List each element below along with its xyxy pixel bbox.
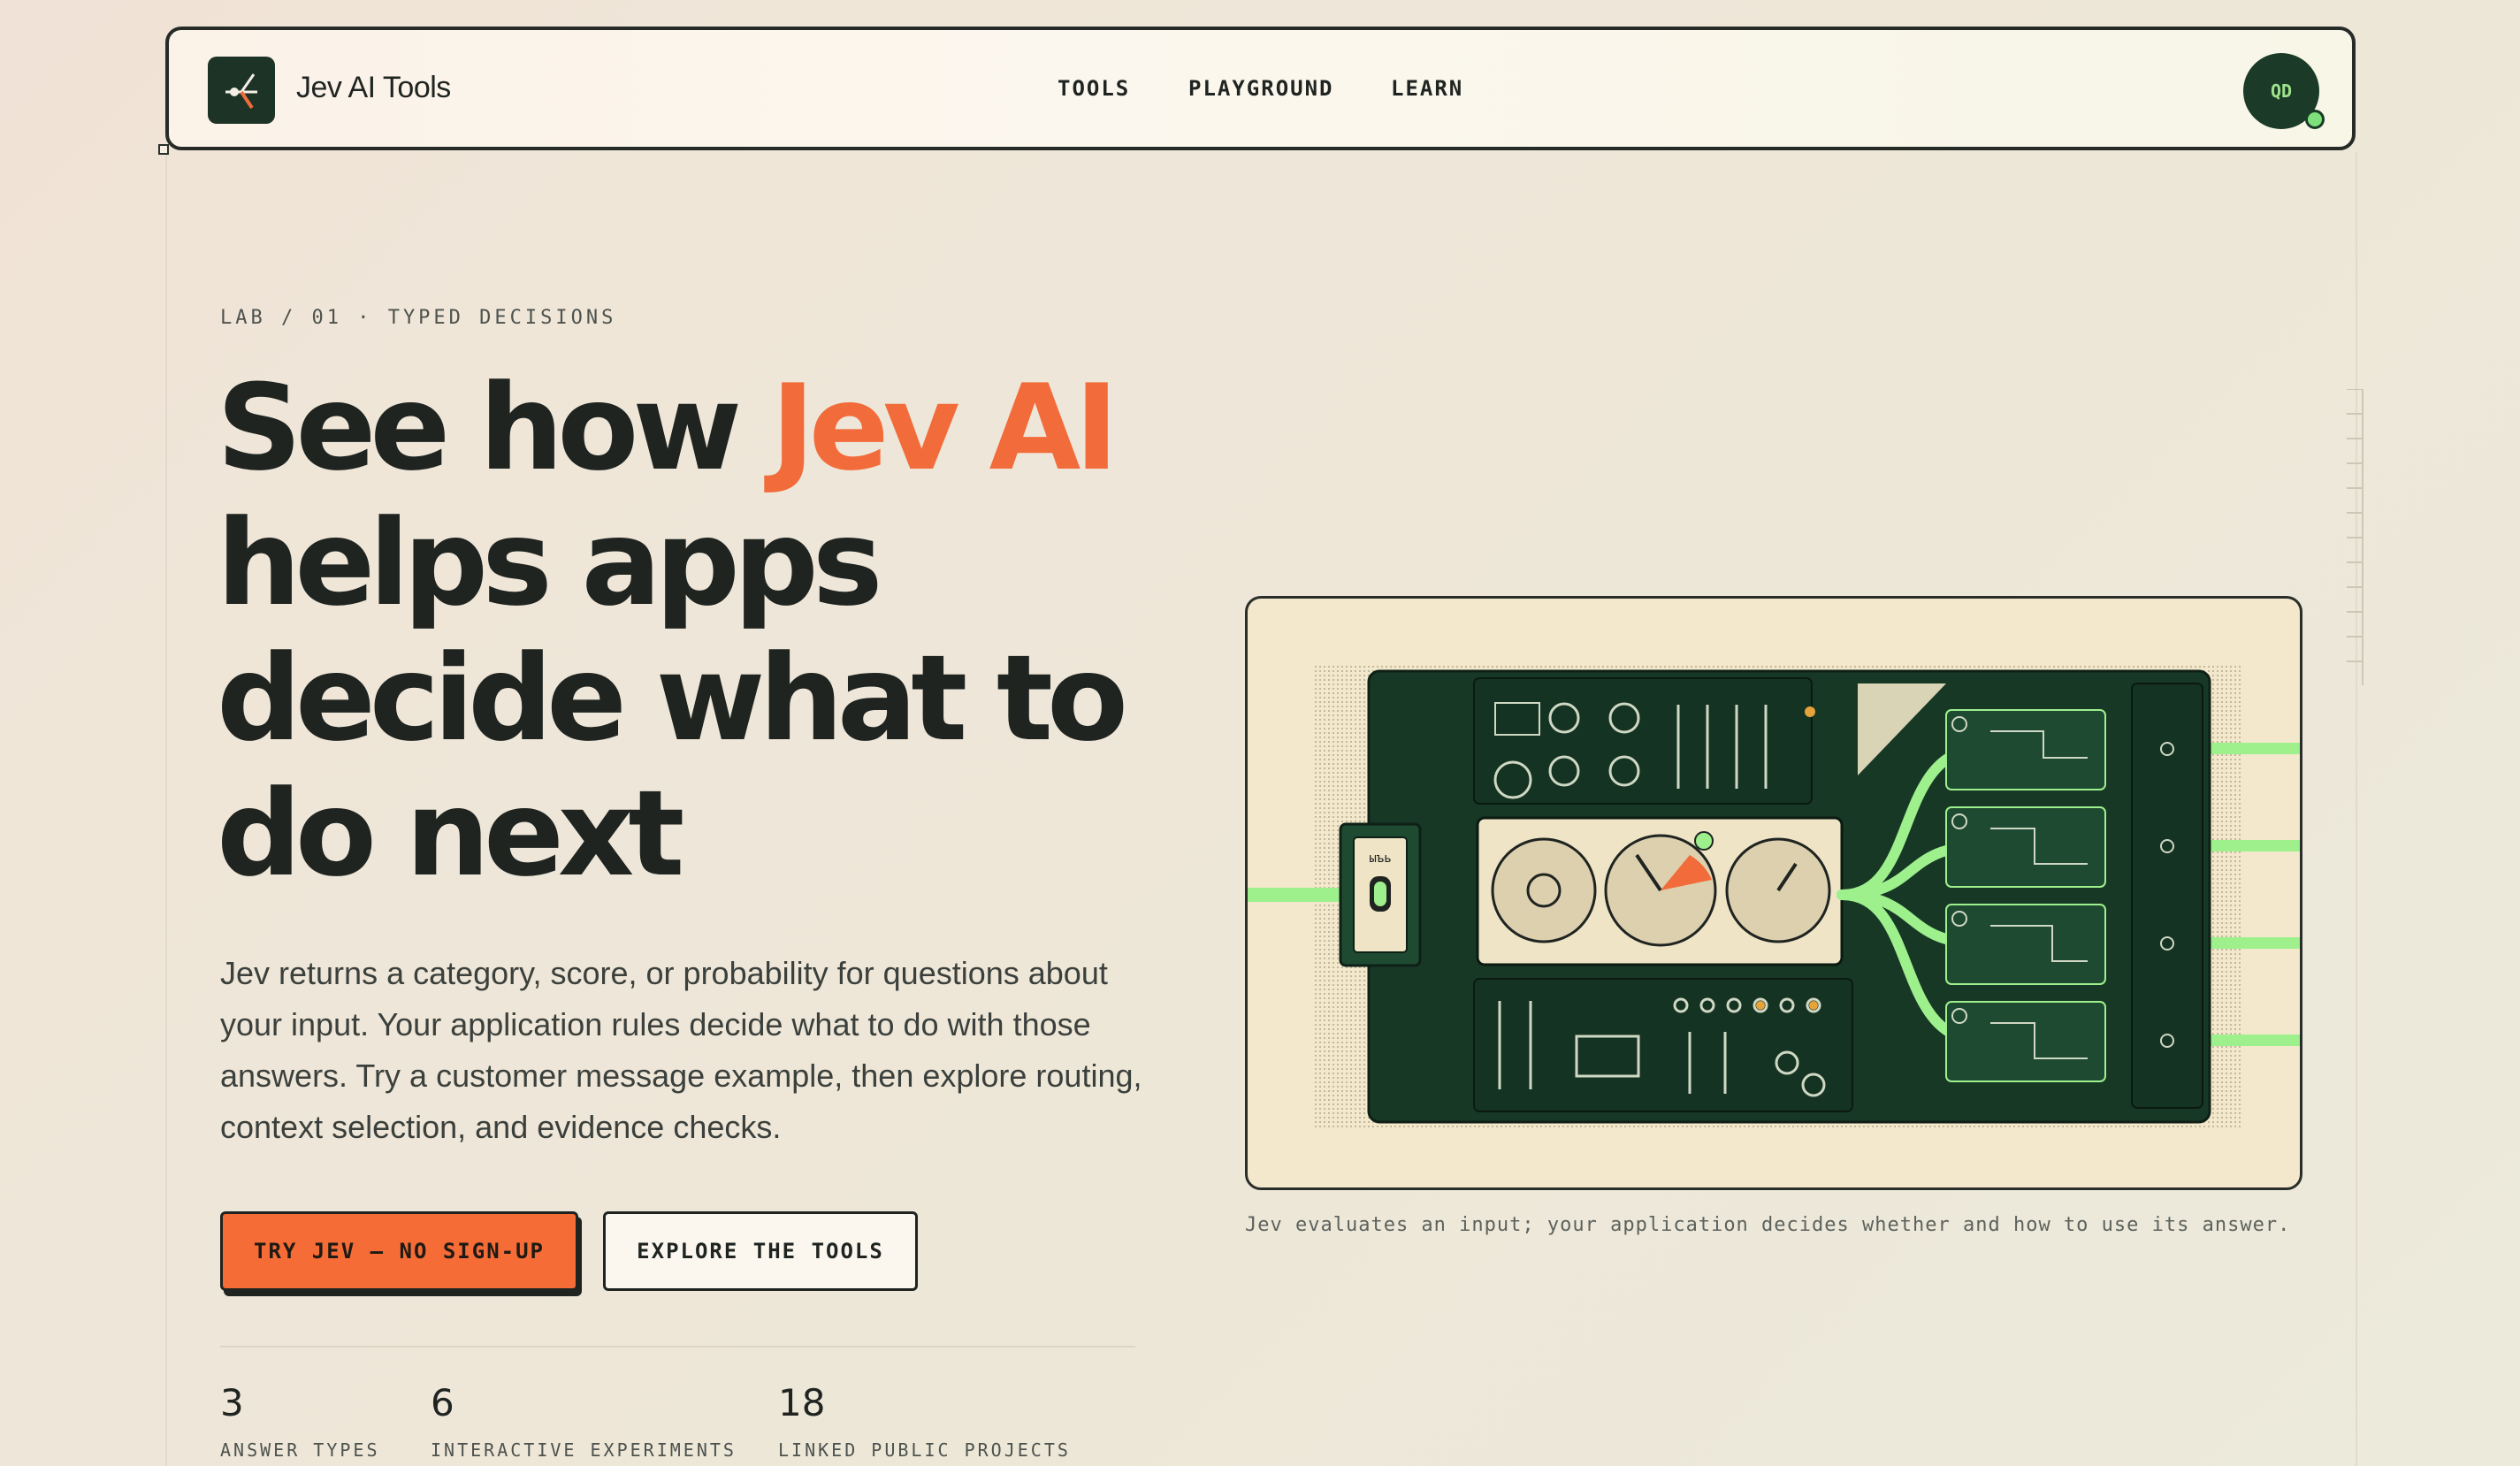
- headline-accent: Jev AI: [770, 359, 1119, 497]
- try-jev-button[interactable]: TRY JEV — NO SIGN-UP: [220, 1211, 578, 1291]
- illustration-caption: Jev evaluates an input; your application…: [1245, 1214, 2291, 1236]
- stat-value: 6: [431, 1381, 454, 1424]
- online-status-dot: [2305, 110, 2325, 129]
- stat-value: 18: [778, 1381, 826, 1424]
- nav-link-tools[interactable]: TOOLS: [1058, 76, 1130, 101]
- stats-divider: [220, 1346, 1135, 1348]
- nav-link-playground[interactable]: PLAYGROUND: [1188, 76, 1334, 101]
- frame-left-line: [165, 152, 167, 1466]
- logo-icon[interactable]: [208, 57, 275, 124]
- headline-part-1: See how: [217, 359, 771, 497]
- stat-value: 3: [220, 1381, 244, 1424]
- stat-label: INTERACTIVE EXPERIMENTS: [431, 1439, 737, 1461]
- stat-label: LINKED PUBLIC PROJECTS: [778, 1439, 1071, 1461]
- decision-machine-illustration: ыъь: [1245, 596, 2302, 1190]
- scroll-ruler: [2347, 389, 2363, 685]
- frame-right-line: [2356, 152, 2357, 1466]
- brand-name[interactable]: Jev AI Tools: [296, 71, 451, 105]
- headline-part-2: helps apps decide what to do next: [217, 494, 1128, 903]
- machine-diagram: ыъь: [1248, 663, 2300, 1130]
- hero-description: Jev returns a category, score, or probab…: [220, 955, 1142, 1145]
- top-navbar: Jev AI Tools TOOLS PLAYGROUND LEARN QD: [165, 27, 2356, 150]
- resize-handle[interactable]: [158, 144, 169, 155]
- nav-link-learn[interactable]: LEARN: [1391, 76, 1463, 101]
- hero-headline: See how Jev AI helps apps decide what to…: [217, 361, 1154, 902]
- stat-label: ANSWER TYPES: [220, 1439, 380, 1461]
- explore-tools-button[interactable]: EXPLORE THE TOOLS: [603, 1211, 918, 1291]
- hero-eyebrow: LAB / 01 · TYPED DECISIONS: [220, 307, 617, 329]
- input-module-label: ыъь: [1369, 851, 1391, 866]
